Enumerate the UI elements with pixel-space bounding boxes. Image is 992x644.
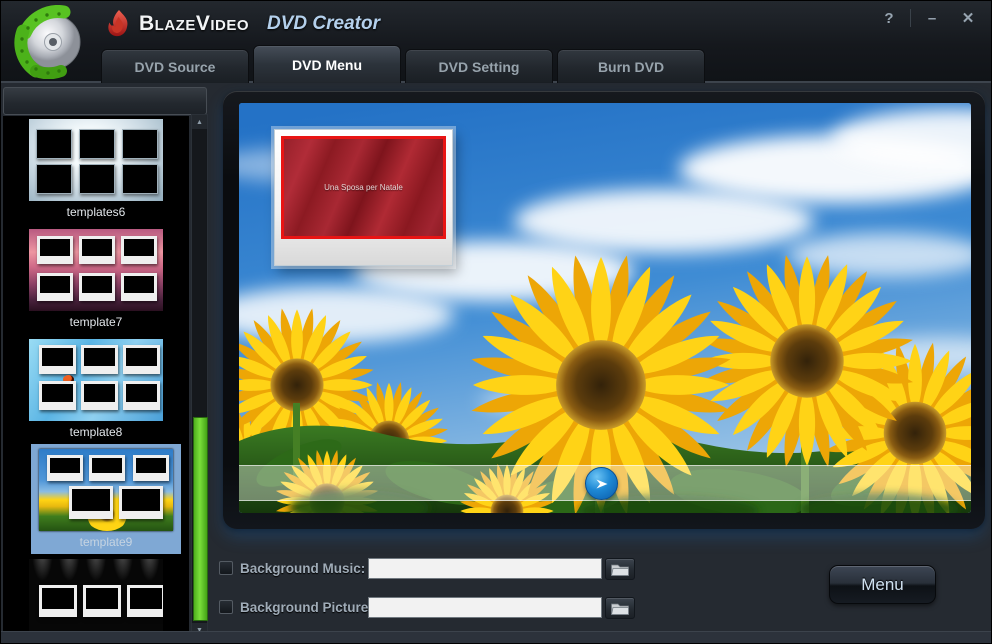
tab-burn-dvd[interactable]: Burn DVD (557, 49, 705, 83)
window-buttons: ? – ✕ (874, 7, 983, 29)
photo-slot (37, 273, 73, 301)
menu-button[interactable]: Menu (829, 565, 936, 604)
template-item-template7[interactable]: template7 (3, 229, 189, 329)
background-picture-label: Background Picture: (240, 600, 373, 615)
photo-slot (123, 381, 160, 410)
dvd-menu-preview-bezel: Una Sposa per Natale (223, 91, 985, 529)
background-music-label: Background Music: (240, 561, 365, 576)
tab-dvd-source[interactable]: DVD Source (101, 49, 249, 83)
photo-slot (36, 129, 72, 159)
app-title: DVD Creator (267, 13, 380, 35)
minimize-button[interactable]: – (917, 7, 947, 29)
background-picture-input[interactable] (368, 597, 602, 618)
photo-slot (79, 273, 115, 301)
template-item-template8[interactable]: template8 (3, 339, 189, 439)
play-arrow-icon (593, 475, 611, 493)
template-name: templates6 (3, 205, 189, 219)
menu-button-label: Menu (861, 575, 904, 595)
window-button-divider (910, 9, 911, 27)
template-list-header (3, 87, 207, 115)
menu-photo-frame[interactable]: Una Sposa per Natale (274, 129, 453, 266)
template-thumbnail (29, 559, 163, 641)
scroll-up-button[interactable]: ▲ (192, 115, 207, 129)
background-music-checkbox[interactable] (219, 561, 233, 575)
template-name: template9 (31, 535, 181, 549)
template-item-templates6[interactable]: templates6 (3, 119, 189, 219)
template-scrollbar[interactable]: ▲ ▼ (191, 114, 208, 638)
close-button[interactable]: ✕ (953, 7, 983, 29)
template-name: template7 (3, 315, 189, 329)
photo-slot (39, 381, 76, 410)
template-item-template9-selected[interactable]: template9 (31, 444, 181, 554)
photo-slot (36, 164, 72, 194)
window-footer (1, 631, 991, 643)
app-logo-disc-icon (9, 5, 95, 79)
photo-slot (121, 273, 157, 301)
photo-slot (121, 236, 157, 264)
template-thumbnail (29, 339, 163, 421)
photo-slot (79, 129, 115, 159)
photo-slot (69, 486, 113, 519)
browse-music-button[interactable] (605, 558, 635, 580)
titlebar: BlazeVideo DVD Creator ? – ✕ DVD Source … (1, 1, 992, 83)
folder-icon (610, 601, 630, 616)
photo-slot (89, 455, 125, 481)
photo-slot (79, 164, 115, 194)
flame-icon (105, 9, 131, 39)
photo-slot (127, 585, 163, 617)
background-music-input[interactable] (368, 558, 602, 579)
brand-text: BlazeVideo (139, 12, 249, 36)
photo-slot (79, 236, 115, 264)
template-name: template8 (3, 425, 189, 439)
tab-dvd-menu[interactable]: DVD Menu (253, 45, 401, 83)
photo-slot (39, 345, 76, 374)
help-button[interactable]: ? (874, 7, 904, 29)
photo-slot (37, 236, 73, 264)
menu-photo-caption: Una Sposa per Natale (324, 183, 403, 192)
template-thumbnail (29, 119, 163, 201)
scrollbar-thumb[interactable] (193, 417, 208, 621)
photo-slot (81, 381, 118, 410)
photo-slot (47, 455, 83, 481)
photo-slot (81, 345, 118, 374)
play-button[interactable] (585, 467, 618, 500)
tab-dvd-setting[interactable]: DVD Setting (405, 49, 553, 83)
photo-slot (119, 486, 163, 519)
brand-row: BlazeVideo DVD Creator (105, 9, 380, 39)
template-thumbnail (29, 229, 163, 311)
photo-slot (133, 455, 169, 481)
menu-photo-thumbnail: Una Sposa per Natale (281, 136, 446, 239)
photo-slot (122, 164, 158, 194)
dvd-menu-preview-screen: Una Sposa per Natale (239, 103, 971, 513)
template-list: templates6 template7 (3, 116, 189, 643)
scroll-up-icon: ▲ (196, 119, 203, 126)
browse-picture-button[interactable] (605, 597, 635, 619)
photo-slot (39, 585, 77, 617)
template-thumbnail (39, 449, 173, 531)
background-picture-checkbox[interactable] (219, 600, 233, 614)
photo-slot (123, 345, 160, 374)
photo-slot (122, 129, 158, 159)
folder-icon (610, 562, 630, 577)
dvd-creator-window: BlazeVideo DVD Creator ? – ✕ DVD Source … (0, 0, 992, 644)
photo-slot (83, 585, 121, 617)
